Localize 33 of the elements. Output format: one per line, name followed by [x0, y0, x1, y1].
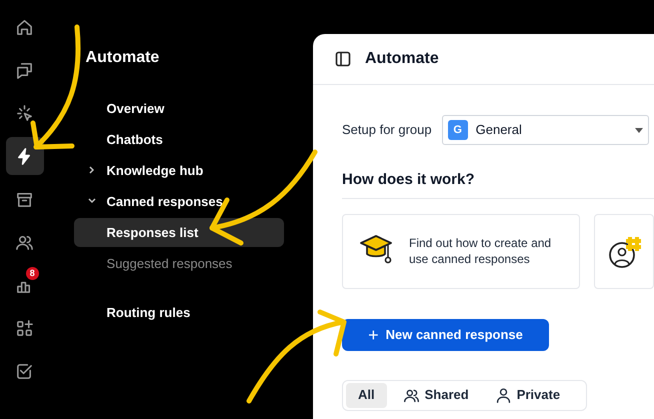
notification-badge: 8 [26, 267, 39, 280]
nav-rail-button[interactable] [6, 137, 44, 175]
home-icon [15, 18, 34, 36]
group-name: General [476, 121, 523, 140]
nav-item[interactable]: Canned responses [74, 187, 284, 216]
info-card[interactable] [594, 214, 654, 288]
cursor-click-icon [15, 104, 34, 122]
nav-item[interactable]: Chatbots [74, 125, 284, 154]
caret-icon [634, 128, 643, 132]
nav-item[interactable]: Responses list [74, 218, 284, 247]
filter-tab[interactable]: Shared [392, 382, 479, 408]
new-response-button[interactable]: + New canned response [342, 318, 549, 350]
people-icon [402, 386, 420, 404]
apps-icon [15, 318, 34, 338]
person-icon [494, 386, 512, 404]
filter-tab[interactable]: All [346, 382, 387, 408]
nav-item[interactable]: Knowledge hub [74, 156, 284, 185]
info-card[interactable]: Find out how to create and use canned responses [342, 214, 580, 288]
card-text: Find out how to create and use canned responses [409, 235, 552, 267]
nav-rail-button[interactable]: 8 [6, 266, 44, 304]
nav-item[interactable]: Suggested responses [74, 249, 284, 278]
page-title: Automate [365, 49, 439, 69]
sidebar-toggle-icon[interactable] [335, 51, 351, 67]
section-title: Automate [84, 48, 160, 68]
field-label: Setup for group [342, 121, 432, 140]
nav-item[interactable]: Overview [74, 94, 284, 123]
filter-tab[interactable]: Private [484, 382, 570, 408]
section-title: How does it work? [342, 169, 654, 198]
group-select[interactable]: G General [442, 115, 649, 145]
group-avatar: G [448, 120, 468, 140]
nav-item[interactable]: Routing rules [74, 298, 284, 327]
checkbox-icon [15, 362, 34, 380]
chat-icon [15, 60, 34, 80]
